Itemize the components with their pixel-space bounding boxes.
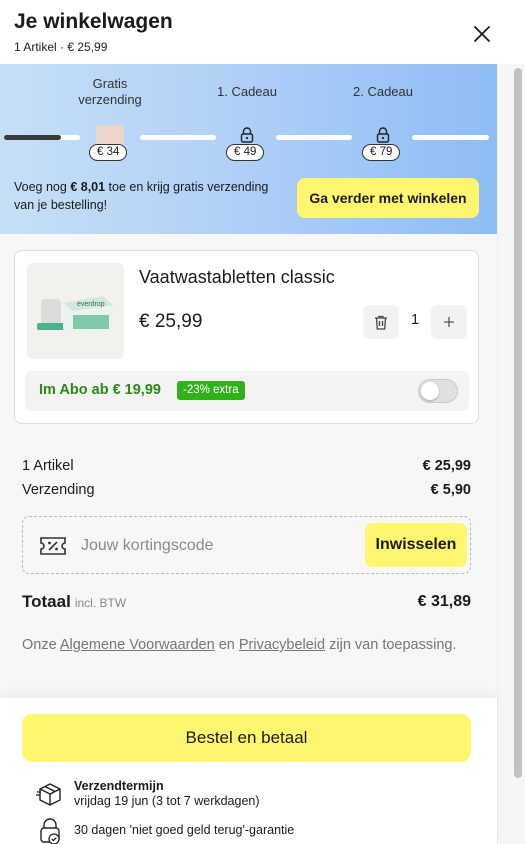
cart-item-card: everdrop Vaatwastabletten classic € 25,9… (14, 250, 479, 424)
terms-prefix: Onze (22, 637, 60, 653)
cart-subtitle: 1 Artikel · € 25,99 (14, 40, 108, 54)
summary-shipping-label: Verzending (22, 482, 95, 498)
progress-segment-4 (412, 135, 489, 140)
milestone-price-gift-2: € 79 (362, 144, 401, 161)
summary-shipping-row: Verzending € 5,90 (22, 482, 471, 498)
secure-guarantee-icon (40, 818, 60, 844)
subscription-toggle[interactable] (418, 379, 458, 403)
free-shipping-message: Voeg nog € 8,01 toe en krijg gratis verz… (14, 178, 284, 214)
summary-items-row: 1 Artikel € 25,99 (22, 458, 471, 474)
cart-title: Je winkelwagen (14, 10, 173, 33)
continue-shopping-button[interactable]: Ga verder met winkelen (297, 178, 479, 218)
product-price: € 25,99 (139, 311, 203, 332)
progress-segment-2 (140, 135, 216, 140)
ticket-icon (40, 537, 66, 555)
plus-icon (444, 317, 454, 327)
subscription-label: Im Abo ab € 19,99 (39, 382, 161, 398)
milestone-label-gift-2: 2. Cadeau (353, 84, 413, 99)
close-button[interactable] (468, 20, 496, 48)
checkout-button[interactable]: Bestel en betaal (22, 714, 471, 762)
coupon-box: Inwisselen (22, 516, 471, 574)
milestone-price-free-shipping: € 34 (89, 144, 128, 161)
delivery-title: Verzendtermijn (74, 779, 164, 793)
milestone-label-gift-1: 1. Cadeau (217, 84, 277, 99)
trash-icon (375, 315, 387, 330)
milestone-price-gift-1: € 49 (226, 144, 265, 161)
terms-link[interactable]: Algemene Voorwaarden (60, 637, 215, 653)
toggle-knob (421, 382, 439, 400)
total-value: € 31,89 (417, 593, 471, 610)
scrollbar[interactable] (497, 64, 525, 844)
terms-notice: Onze Algemene Voorwaarden en Privacybele… (22, 637, 457, 653)
lock-icon (376, 127, 390, 143)
total-label: Totaal (22, 592, 71, 611)
terms-suffix: zijn van toepassing. (325, 637, 457, 653)
progress-fill (4, 135, 61, 140)
quantity-value: 1 (410, 311, 420, 328)
subscription-option: Im Abo ab € 19,99 -23% extra (25, 371, 469, 411)
redeem-coupon-button[interactable]: Inwisselen (365, 523, 467, 567)
subscription-discount-badge: -23% extra (177, 381, 245, 400)
summary-items-label: 1 Artikel (22, 458, 74, 474)
promo-amount: € 8,01 (70, 180, 106, 194)
close-icon (474, 26, 490, 42)
product-image: everdrop (27, 263, 124, 359)
delivery-text: vrijdag 19 jun (3 tot 7 werkdagen) (74, 794, 260, 808)
progress-segment-3 (276, 135, 352, 140)
summary-shipping-value: € 5,90 (430, 482, 471, 498)
progress-segment-1 (4, 135, 80, 140)
checkout-footer: Bestel en betaal Verzendtermijn vrijdag … (0, 698, 497, 844)
milestone-label-free-shipping: Gratis verzending (78, 76, 142, 107)
summary-items-value: € 25,99 (422, 458, 471, 474)
terms-middle: en (214, 637, 239, 653)
lock-icon (240, 127, 254, 143)
product-name: Vaatwastabletten classic (139, 267, 335, 287)
promo-prefix: Voeg nog (14, 180, 71, 194)
increase-quantity-button[interactable] (431, 305, 467, 339)
package-icon (36, 783, 61, 806)
coupon-code-input[interactable] (81, 529, 351, 563)
remove-item-button[interactable] (363, 305, 399, 339)
cart-header: Je winkelwagen 1 Artikel · € 25,99 (0, 0, 525, 64)
total-row: Totaal incl. BTW € 31,89 (22, 592, 471, 612)
scrollbar-thumb[interactable] (514, 68, 522, 778)
privacy-link[interactable]: Privacybeleid (239, 637, 325, 653)
guarantee-text: 30 dagen 'niet goed geld terug'-garantie (74, 823, 295, 837)
product-illustration: everdrop (27, 263, 124, 359)
total-vat-note: incl. BTW (74, 596, 127, 610)
product-brand-text: everdrop (77, 301, 105, 308)
shipping-progress-banner: Gratis verzending 1. Cadeau 2. Cadeau € … (0, 64, 497, 234)
